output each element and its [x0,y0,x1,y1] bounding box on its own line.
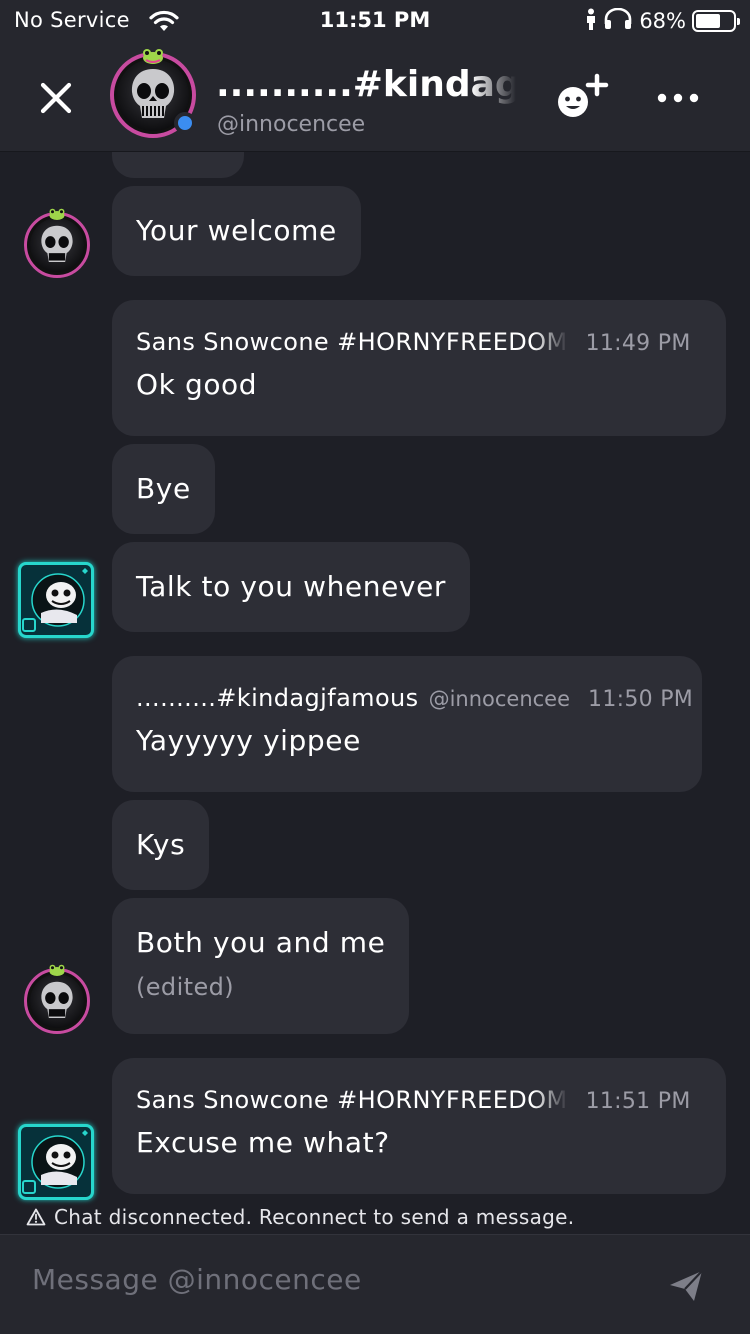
add-friend-button[interactable] [553,72,613,122]
message-bubble[interactable]: Kys [112,800,210,890]
chat-title[interactable]: ..........#kindagjfamous [216,64,516,105]
edited-label: (edited) [136,973,235,1001]
message-text: Talk to you whenever [136,570,447,603]
message-bubble[interactable]: Bye [112,444,215,534]
skull-avatar[interactable] [24,964,90,1034]
message-bubble[interactable]: ..........#kindagjfamous @innocencee 11:… [112,656,702,792]
message-bubble-partial[interactable] [112,152,244,178]
message-text: Excuse me what? [136,1126,390,1159]
person-icon [585,8,597,34]
message-text: Kys [136,828,186,861]
message-text: Yayyyyy yippee [136,724,361,757]
message-meta: ..........#kindagjfamous @innocencee 11:… [136,684,693,712]
recipient-avatar[interactable] [110,49,196,138]
add-friend-icon [558,73,609,117]
message-author[interactable]: ..........#kindagjfamous [136,684,419,712]
message-meta: Sans Snowcone #HORNYFREEDOM 11:51 PM [136,1086,702,1114]
message-text: Bye [136,472,191,505]
warning-icon [26,1208,46,1226]
skull-avatar[interactable] [24,208,90,278]
chat-handle: @innocencee [217,112,366,137]
message-text: Your welcome [136,214,337,247]
message-text: Both you and me [136,926,386,959]
more-icon [657,93,699,103]
more-options-button[interactable] [652,78,704,118]
notice-text: Chat disconnected. Reconnect to send a m… [54,1205,575,1229]
message-composer [0,1234,750,1334]
online-status-dot [174,112,196,134]
sans-avatar[interactable] [18,562,94,638]
message-timestamp: 11:51 PM [585,1089,691,1114]
message-bubble[interactable]: Talk to you whenever [112,542,471,632]
message-author[interactable]: Sans Snowcone #HORNYFREEDOM [136,1086,568,1114]
chat-header: ..........#kindagjfamous @innocencee [0,42,750,152]
message-bubble[interactable]: Sans Snowcone #HORNYFREEDOM 11:51 PM Exc… [112,1058,726,1194]
battery-percent: 68% [639,9,686,33]
message-meta: Sans Snowcone #HORNYFREEDOM 11:49 PM [136,328,702,356]
headphones-icon [603,7,633,34]
message-author-handle: @innocencee [428,687,571,711]
message-bubble[interactable]: Both you and me (edited) [112,898,410,1034]
message-list[interactable]: Your welcome Sans Snowcone #HORNYFREEDOM… [0,152,750,1234]
sans-avatar-image [22,1130,88,1194]
send-icon [670,1270,703,1301]
disconnected-notice: Chat disconnected. Reconnect to send a m… [0,1200,750,1234]
message-author[interactable]: Sans Snowcone #HORNYFREEDOM [136,328,568,356]
message-timestamp: 11:50 PM [588,687,694,712]
message-bubble[interactable]: Your welcome [112,186,361,276]
status-bar: No Service 11:51 PM 68% [0,0,750,42]
close-icon [40,82,72,114]
sans-avatar-image [22,568,88,632]
message-text: Ok good [136,368,258,401]
sans-avatar[interactable] [18,1124,94,1200]
send-button[interactable] [666,1265,706,1305]
message-timestamp: 11:49 PM [585,331,691,356]
message-input[interactable] [32,1263,632,1296]
close-button[interactable] [36,78,76,118]
battery-icon [692,10,740,32]
message-bubble[interactable]: Sans Snowcone #HORNYFREEDOM 11:49 PM Ok … [112,300,726,436]
status-icons: 68% [585,7,740,34]
